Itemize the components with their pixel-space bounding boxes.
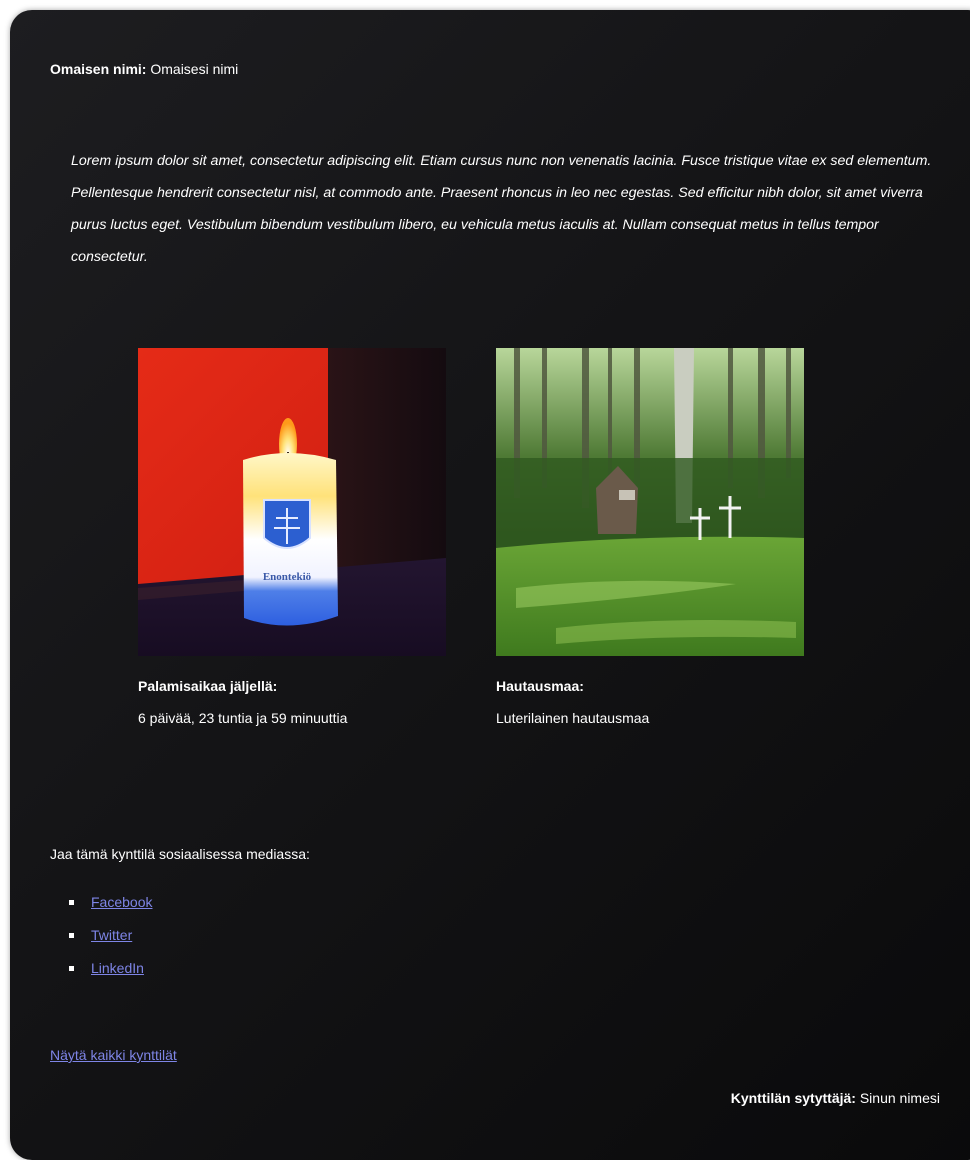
share-heading: Jaa tämä kynttilä sosiaalisessa mediassa… <box>50 846 310 862</box>
share-links: Facebook Twitter LinkedIn <box>50 886 152 985</box>
candle-lighter-value: Sinun nimesi <box>859 1090 940 1106</box>
relative-name-value: Omaisesi nimi <box>150 61 239 77</box>
facebook-share-link[interactable]: Facebook <box>91 894 152 910</box>
candle-lighter: Kynttilän sytyttäjä: Sinun nimesi <box>731 1090 940 1106</box>
cemetery-photo <box>496 348 804 656</box>
candle-label-text: Enontekiö <box>263 571 312 583</box>
memorial-message: Lorem ipsum dolor sit amet, consectetur … <box>71 153 932 265</box>
share-item-linkedin: LinkedIn <box>68 952 152 985</box>
candle-lighter-label: Kynttilän sytyttäjä: <box>730 1090 856 1106</box>
linkedin-share-link[interactable]: LinkedIn <box>91 960 144 976</box>
candle-figure: Enontekiö Palamisaikaa jäljellä: 6 päivä… <box>138 348 446 726</box>
candle-card: Omaisen nimi: Omaisesi nimi Lorem ipsum … <box>10 10 970 1160</box>
burn-time-label: Palamisaikaa jäljellä: <box>138 678 278 694</box>
relative-name: Omaisen nimi: Omaisesi nimi <box>50 61 238 77</box>
cemetery-value: Luterilainen hautausmaa <box>496 710 650 726</box>
show-all-candles-link[interactable]: Näytä kaikki kynttilät <box>50 1047 177 1063</box>
share-item-twitter: Twitter <box>68 919 152 952</box>
candle-photo: Enontekiö <box>138 348 446 656</box>
burn-time-value: 6 päivää, 23 tuntia ja 59 minuuttia <box>138 710 348 726</box>
relative-name-label: Omaisen nimi: <box>50 61 147 77</box>
cemetery-label: Hautausmaa: <box>496 678 584 694</box>
share-item-facebook: Facebook <box>68 886 152 919</box>
twitter-share-link[interactable]: Twitter <box>91 927 132 943</box>
cemetery-figure: Hautausmaa: Luterilainen hautausmaa <box>496 348 804 726</box>
